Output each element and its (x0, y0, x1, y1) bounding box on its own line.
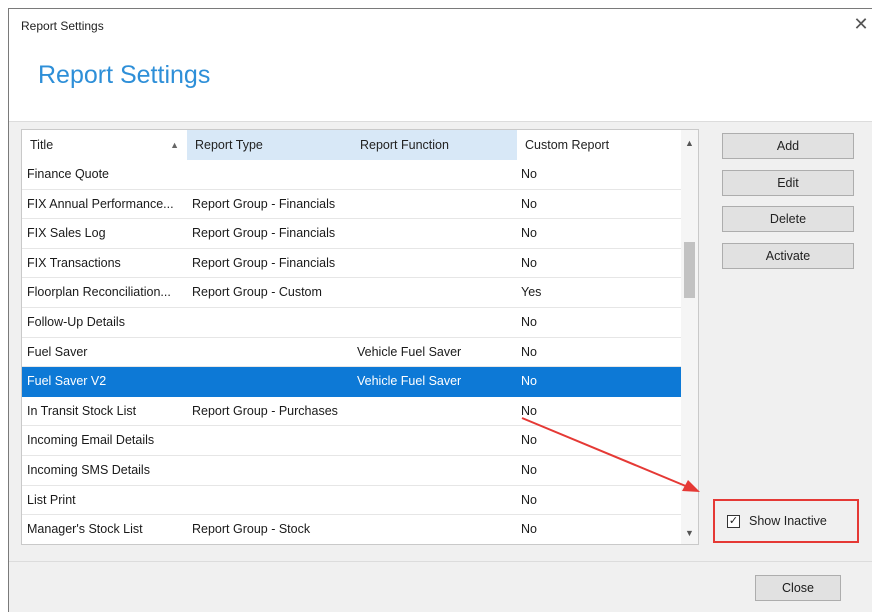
arrow-line (521, 417, 689, 488)
annotation-arrow (521, 417, 700, 492)
